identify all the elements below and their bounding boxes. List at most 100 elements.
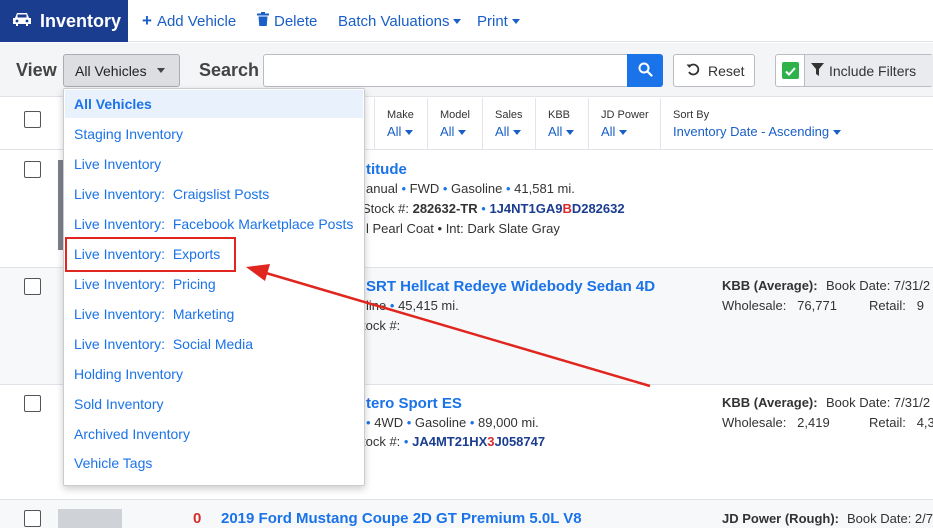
row-checkbox[interactable] bbox=[24, 278, 41, 295]
book-date: Book Date: 7/31/2 bbox=[826, 278, 931, 293]
column-filter[interactable]: All bbox=[601, 124, 660, 139]
view-label: View bbox=[16, 60, 57, 80]
wholesale-value: Wholesale: 2,419 bbox=[722, 415, 830, 430]
undo-icon bbox=[686, 62, 700, 79]
menu-item-vehicle-tags[interactable]: Vehicle Tags bbox=[65, 449, 363, 477]
column-model[interactable]: Model All bbox=[427, 98, 482, 150]
valuation-source: JD Power (Rough): bbox=[722, 511, 839, 526]
row-checkbox[interactable] bbox=[24, 510, 41, 527]
vehicle-title[interactable]: 2019 Ford Mustang Coupe 2D GT Premium 5.… bbox=[221, 510, 582, 527]
annotation-highlight-box bbox=[65, 237, 236, 272]
delete-button[interactable]: Delete bbox=[257, 0, 317, 42]
check-icon bbox=[785, 63, 796, 79]
column-title: Sales bbox=[495, 109, 523, 121]
view-dropdown-menu: All Vehicles Staging Inventory Live Inve… bbox=[63, 88, 365, 486]
menu-item-staging-inventory[interactable]: Staging Inventory bbox=[65, 120, 363, 148]
column-jd-power[interactable]: JD Power All bbox=[588, 98, 660, 150]
view-select-value: All Vehicles bbox=[75, 62, 147, 79]
column-title: JD Power bbox=[601, 109, 649, 121]
row-checkbox[interactable] bbox=[24, 395, 41, 412]
valuation-source: KBB (Average): bbox=[722, 395, 818, 410]
add-vehicle-button[interactable]: + Add Vehicle bbox=[142, 0, 236, 42]
search-input[interactable] bbox=[263, 54, 629, 87]
reset-button[interactable]: Reset bbox=[673, 54, 755, 87]
column-filter[interactable]: All bbox=[495, 124, 536, 139]
column-make[interactable]: Make All bbox=[374, 98, 428, 150]
search-icon bbox=[638, 62, 653, 80]
menu-item-marketing[interactable]: Live Inventory: Marketing bbox=[65, 300, 363, 328]
chevron-down-icon bbox=[156, 68, 165, 73]
table-row[interactable]: 0 2019 Ford Mustang Coupe 2D GT Premium … bbox=[0, 500, 933, 528]
valuation-source: KBB (Average): bbox=[722, 278, 818, 293]
include-filters-label: Include Filters bbox=[829, 62, 917, 79]
filter-icon bbox=[811, 62, 824, 79]
menu-item-archived-inventory[interactable]: Archived Inventory bbox=[65, 420, 363, 448]
select-all-checkbox[interactable] bbox=[24, 111, 41, 128]
chevron-down-icon bbox=[619, 130, 628, 136]
print-label: Print bbox=[477, 12, 508, 30]
row-checkbox[interactable] bbox=[24, 161, 41, 178]
chevron-down-icon bbox=[453, 18, 462, 24]
retail-value: Retail: 9 bbox=[869, 298, 924, 313]
column-sales[interactable]: Sales All bbox=[482, 98, 536, 150]
include-filters-group: Include Filters bbox=[775, 54, 933, 87]
menu-item-craigslist-posts[interactable]: Live Inventory: Craigslist Posts bbox=[65, 180, 363, 208]
menu-item-sold-inventory[interactable]: Sold Inventory bbox=[65, 390, 363, 418]
chevron-down-icon bbox=[513, 130, 522, 136]
vehicle-stock: tock #: bbox=[362, 318, 401, 333]
brand-label: Inventory bbox=[40, 10, 122, 31]
reset-label: Reset bbox=[708, 62, 745, 79]
menu-item-live-inventory[interactable]: Live Inventory bbox=[65, 150, 363, 178]
vehicle-title[interactable]: titude bbox=[366, 161, 407, 178]
column-kbb[interactable]: KBB All bbox=[535, 98, 589, 150]
vehicle-specs: line • 45,415 mi. bbox=[366, 298, 459, 313]
wholesale-value: Wholesale: 76,771 bbox=[722, 298, 837, 313]
car-icon bbox=[12, 11, 40, 32]
batch-valuations-menu[interactable]: Batch Valuations bbox=[338, 0, 462, 42]
brand-inventory[interactable]: Inventory bbox=[0, 0, 128, 42]
plus-icon: + bbox=[142, 11, 152, 30]
menu-item-social-media[interactable]: Live Inventory: Social Media bbox=[65, 330, 363, 358]
column-sort-by[interactable]: Sort By Inventory Date - Ascending bbox=[660, 98, 933, 150]
vehicle-title[interactable]: tero Sport ES bbox=[366, 395, 462, 412]
trash-icon bbox=[257, 12, 269, 30]
chevron-down-icon bbox=[405, 130, 414, 136]
menu-item-pricing[interactable]: Live Inventory: Pricing bbox=[65, 270, 363, 298]
sort-select[interactable]: Inventory Date - Ascending bbox=[673, 124, 933, 139]
book-date: Book Date: 2/7 bbox=[847, 511, 933, 526]
batch-valuations-label: Batch Valuations bbox=[338, 12, 450, 30]
menu-item-facebook-marketplace-posts[interactable]: Live Inventory: Facebook Marketplace Pos… bbox=[65, 210, 363, 238]
menu-item-holding-inventory[interactable]: Holding Inventory bbox=[65, 360, 363, 388]
add-vehicle-label: Add Vehicle bbox=[156, 12, 237, 30]
vehicle-specs: anual • FWD • Gasoline • 41,581 mi. bbox=[366, 181, 575, 196]
delete-label: Delete bbox=[274, 12, 318, 30]
column-title: Make bbox=[387, 109, 414, 121]
column-filter[interactable]: All bbox=[387, 124, 428, 139]
vehicle-specs: • 4WD • Gasoline • 89,000 mi. bbox=[366, 415, 539, 430]
column-title: KBB bbox=[548, 109, 571, 121]
vehicle-stock-vin: tock #: • JA4MT21HX3J058747 bbox=[362, 434, 546, 449]
view-select[interactable]: All Vehicles bbox=[63, 54, 180, 87]
search-button[interactable] bbox=[627, 54, 663, 87]
include-filters-button[interactable]: Include Filters bbox=[804, 55, 933, 86]
chevron-down-icon bbox=[833, 130, 842, 136]
vehicle-title[interactable]: SRT Hellcat Redeye Widebody Sedan 4D bbox=[366, 278, 655, 295]
chevron-down-icon bbox=[458, 130, 467, 136]
vehicle-stock-vin: Stock #: 282632-TR • 1J4NT1GA9BD282632 bbox=[362, 201, 625, 216]
column-title: Sort By bbox=[673, 109, 710, 121]
print-menu[interactable]: Print bbox=[477, 0, 520, 42]
vehicle-colors: l Pearl Coat • Int: Dark Slate Gray bbox=[366, 221, 560, 236]
count-badge: 0 bbox=[193, 510, 202, 527]
retail-value: Retail: 4,32 bbox=[869, 415, 933, 430]
search-label: Search bbox=[199, 60, 260, 80]
menu-item-all-vehicles[interactable]: All Vehicles bbox=[65, 90, 363, 118]
vehicle-photo[interactable] bbox=[58, 509, 122, 528]
column-title: Model bbox=[440, 109, 470, 121]
column-filter[interactable]: All bbox=[440, 124, 482, 139]
chevron-down-icon bbox=[566, 130, 575, 136]
column-filter[interactable]: All bbox=[548, 124, 589, 139]
book-date: Book Date: 7/31/2 bbox=[826, 395, 931, 410]
top-nav: Inventory + Add Vehicle Delete Batch Val… bbox=[0, 0, 933, 42]
chevron-down-icon bbox=[511, 18, 520, 24]
include-filters-checkbox[interactable] bbox=[782, 62, 799, 79]
